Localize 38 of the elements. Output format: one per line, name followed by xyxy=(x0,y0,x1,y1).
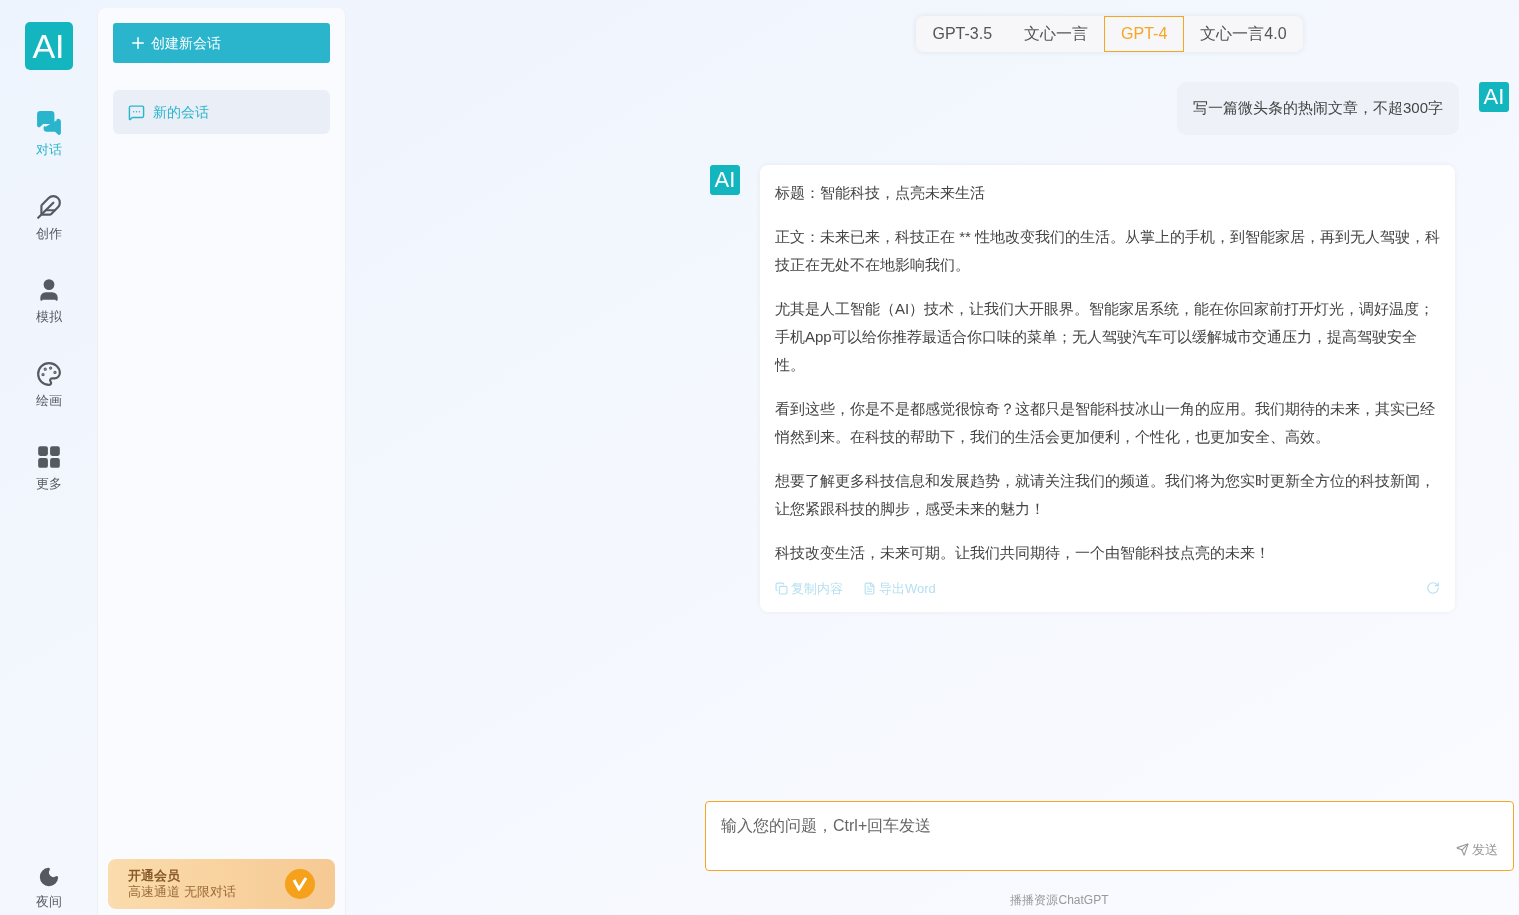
nav-item[interactable]: 创作 xyxy=(35,193,62,243)
answer-paragraph: 尤其是人工智能（AI）技术，让我们大开眼界。智能家居系统，能在你回家前打开灯光，调好温度；手机App可以给你推荐最适合你口味的菜单；无人驾驶汽车可以缓解城市交通压力，提高驾驶安全性。 xyxy=(775,298,1436,375)
night-mode-button[interactable]: 夜间 xyxy=(35,865,62,915)
send-icon xyxy=(1456,843,1469,857)
copy-icon xyxy=(775,581,788,595)
nav-item[interactable]: 更多 xyxy=(35,444,62,494)
vip-banner[interactable]: 开通会员 高速通道 无限对话 xyxy=(108,859,335,909)
vip-title: 开通会员 xyxy=(128,868,180,884)
send-button[interactable]: 发送 xyxy=(1456,840,1498,860)
user-message: 写一篇微头条的热闹文章，不超300字 xyxy=(1176,82,1459,135)
model-tab[interactable]: GPT-3.5 xyxy=(916,16,1009,52)
answer-paragraph: 科技改变生活，未来可期。让我们共同期待，一个由智能科技点亮的未来！ xyxy=(775,542,1271,563)
palette-icon xyxy=(35,360,62,387)
avatar: AI xyxy=(710,164,740,195)
document-icon xyxy=(863,581,876,595)
footer-text: 播播资源ChatGPT xyxy=(1009,892,1110,909)
feather-icon xyxy=(35,193,62,220)
answer-paragraph: 看到这些，你是不是都感觉很惊奇？这都只是智能科技冰山一角的应用。我们期待的未来，其实已经悄然到来。在科技的帮助下，我们的生活会更加便利，个性化，也更加安全、高效。 xyxy=(775,398,1436,447)
message-icon xyxy=(128,103,145,121)
model-tab[interactable]: 文心一言4.0 xyxy=(1184,16,1303,52)
nav-item[interactable]: 模拟 xyxy=(35,277,62,327)
answer-paragraph: 标题：智能科技，点亮未来生活 xyxy=(775,182,986,203)
question-input[interactable]: 输入您的问题，Ctrl+回车发送 xyxy=(721,814,1498,838)
plus-icon xyxy=(129,34,147,52)
nav-item[interactable]: 绘画 xyxy=(35,360,62,410)
vip-subtitle: 高速通道 无限对话 xyxy=(128,884,236,900)
logo: AI xyxy=(24,22,73,70)
avatar: AI xyxy=(1479,82,1509,112)
answer-paragraph: 想要了解更多科技信息和发展趋势，就请关注我们的频道。我们将为您实时更新全方位的科技新闻，让您紧跟科技的脚步，感受未来的魅力！ xyxy=(775,470,1436,519)
chat-bubbles-icon xyxy=(35,110,62,136)
new-chat-button[interactable]: 创建新会话 xyxy=(113,23,330,63)
answer-paragraph: 正文：未来已来，科技正在 ** 性地改变我们的生活。从掌上的手机，到智能家居，再到无人驾驶，科技正在无处不在地影响我们。 xyxy=(775,226,1440,275)
model-tab[interactable]: 文心一言 xyxy=(1008,16,1105,52)
nav-item[interactable]: 对话 xyxy=(35,110,62,160)
moon-icon xyxy=(37,865,60,888)
input-box[interactable]: 输入您的问题，Ctrl+回车发送 发送 xyxy=(705,801,1514,871)
grid-icon xyxy=(35,444,62,470)
v-icon xyxy=(285,869,315,899)
